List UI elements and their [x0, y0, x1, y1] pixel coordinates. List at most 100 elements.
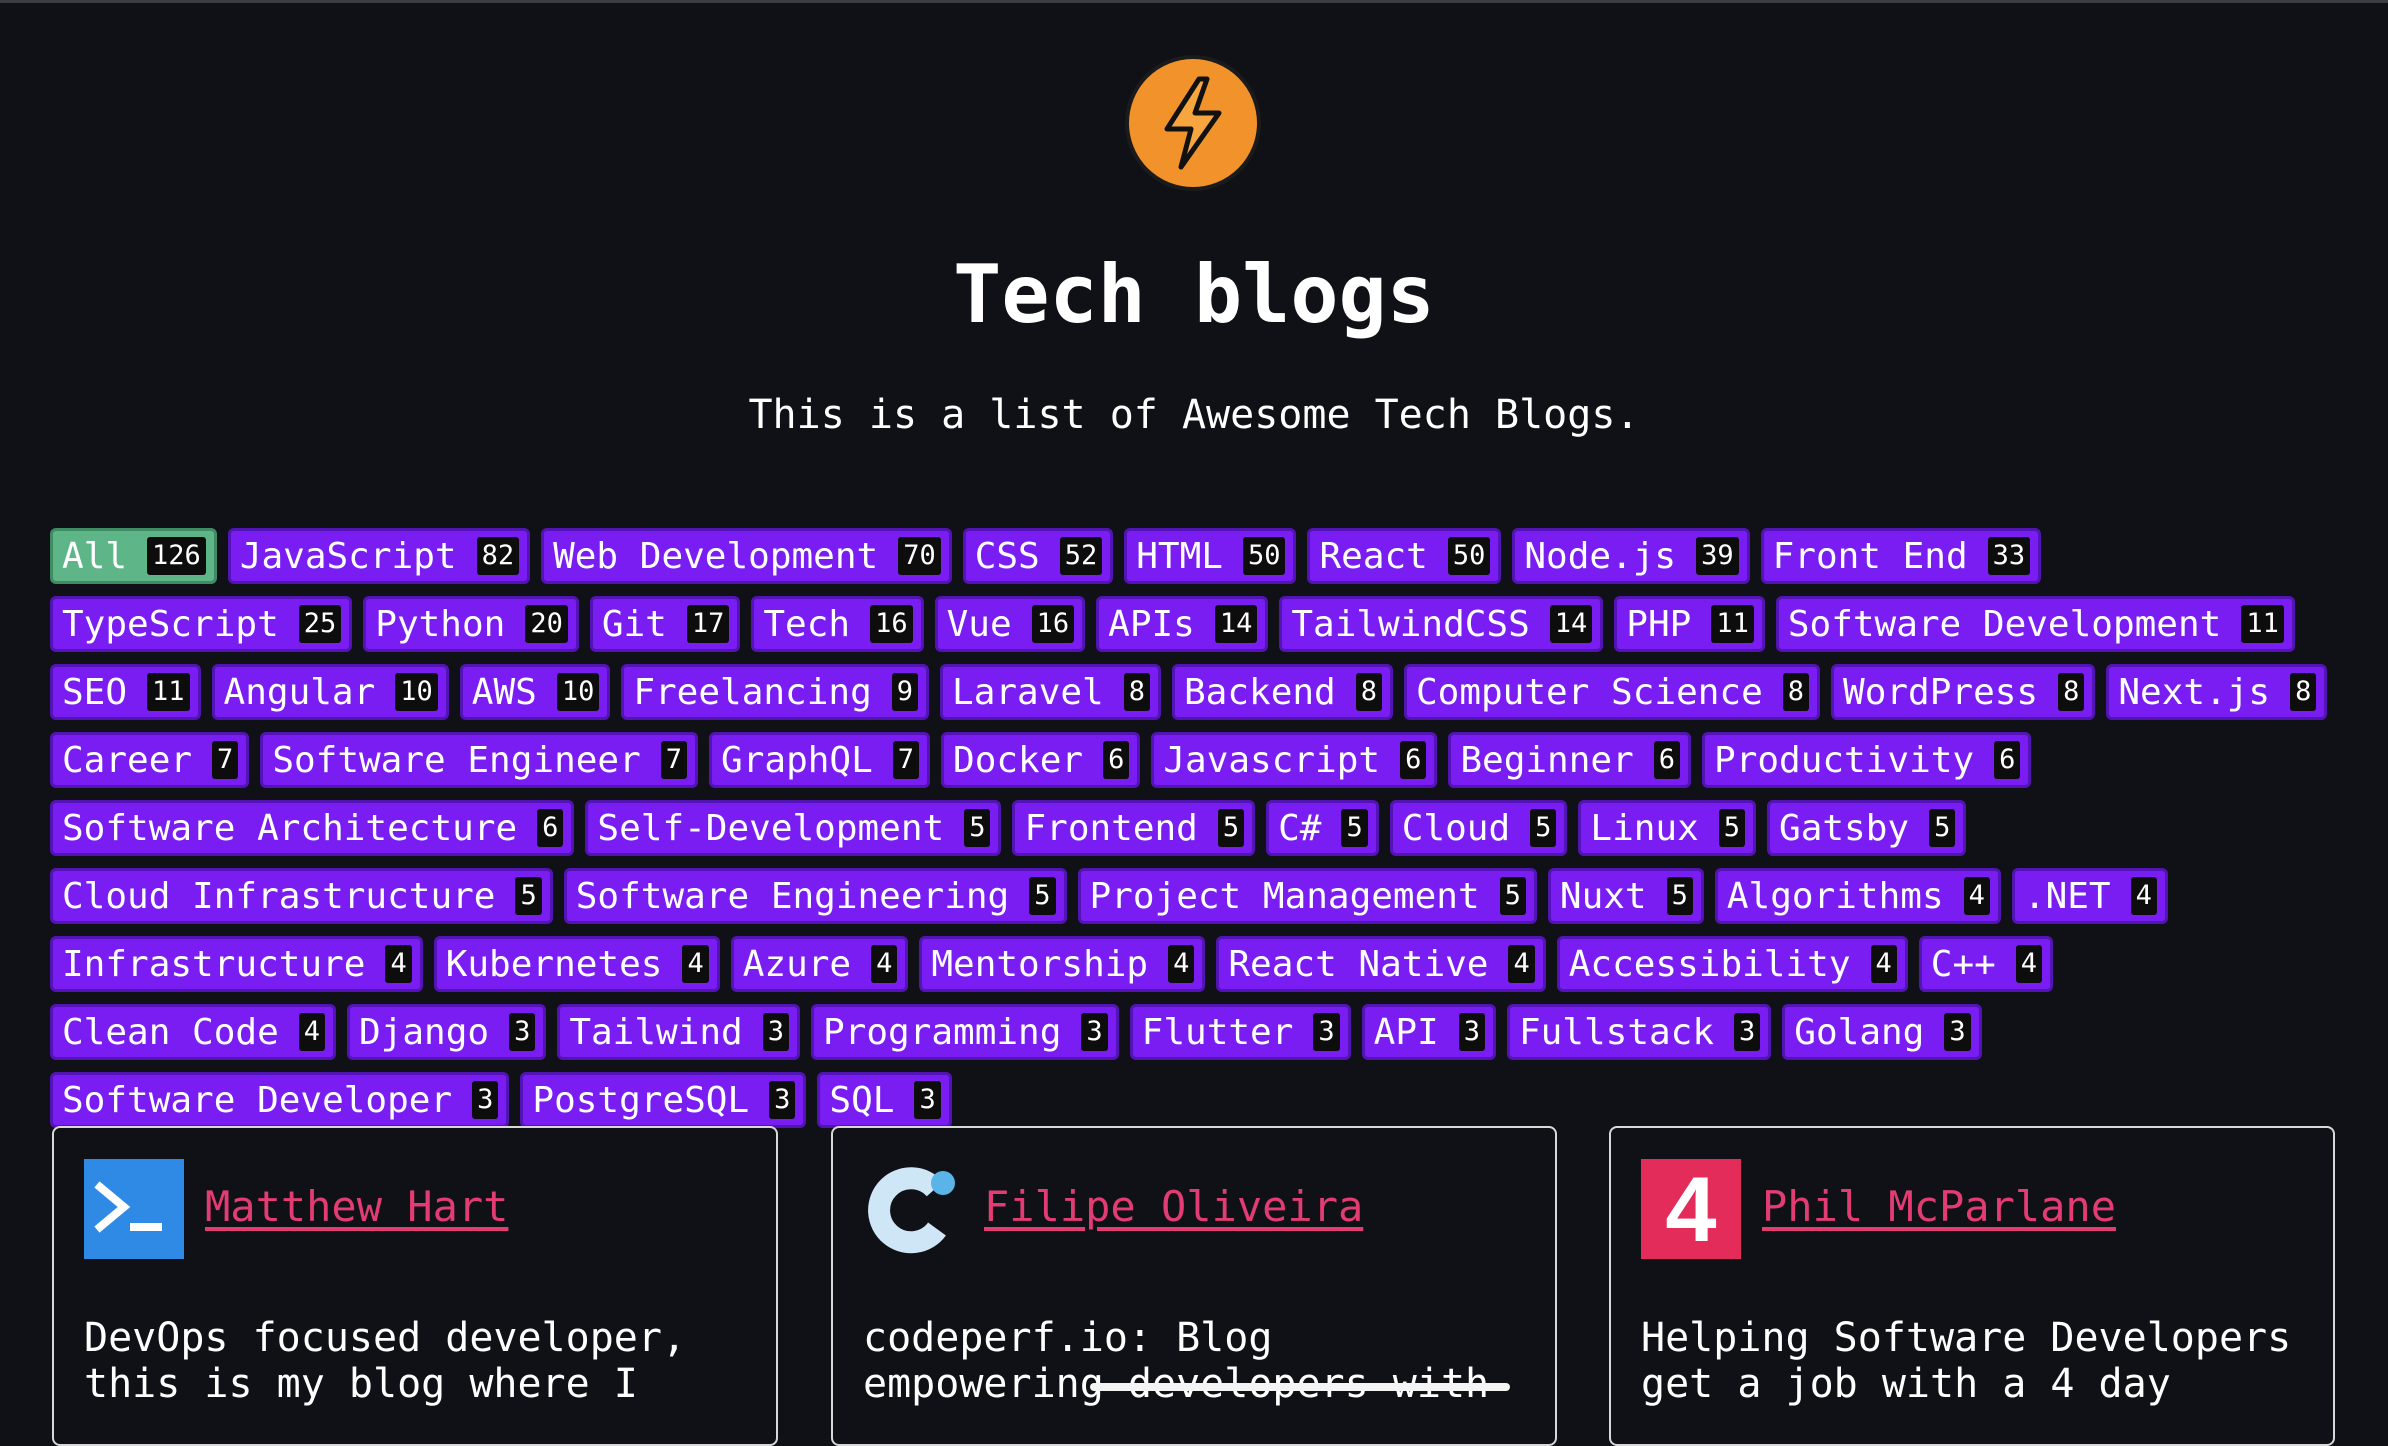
tag-filter-front-end[interactable]: Front End 33	[1760, 528, 2042, 584]
tag-filter-git[interactable]: Git 17	[589, 596, 741, 652]
tag-label: JavaScript	[239, 535, 457, 577]
tag-filter-javascript[interactable]: Javascript 6	[1151, 732, 1438, 788]
tag-label: CSS	[974, 535, 1040, 577]
tag-label: Software Engineering	[575, 875, 1010, 917]
tag-filter-vue[interactable]: Vue 16	[934, 596, 1086, 652]
tag-filter-html[interactable]: HTML 50	[1124, 528, 1297, 584]
tag-label: Programming	[822, 1011, 1062, 1053]
tag-filter-kubernetes[interactable]: Kubernetes 4	[433, 936, 720, 992]
tag-filter-flutter[interactable]: Flutter 3	[1129, 1004, 1351, 1060]
tag-filter-tech[interactable]: Tech 16	[751, 596, 924, 652]
tag-label: TypeScript	[62, 603, 279, 645]
page-subtitle: This is a list of Awesome Tech Blogs.	[748, 392, 1640, 438]
tag-count-badge: 25	[298, 605, 342, 643]
tag-filter-laravel[interactable]: Laravel 8	[940, 664, 1161, 720]
tag-filter-tailwindcss[interactable]: TailwindCSS 14	[1279, 596, 1604, 652]
tag-filter-django[interactable]: Django 3	[347, 1004, 547, 1060]
tag-filter-php[interactable]: PHP 11	[1614, 596, 1765, 652]
tag-label: Angular	[223, 671, 376, 713]
tag-filter-fullstack[interactable]: Fullstack 3	[1506, 1004, 1772, 1060]
tag-filter-javascript[interactable]: JavaScript 82	[227, 528, 531, 584]
tag-count-badge: 4	[298, 1013, 326, 1051]
tag-label: SEO	[62, 671, 128, 713]
tag-filter-career[interactable]: Career 7	[50, 732, 250, 788]
tag-filter-productivity[interactable]: Productivity 6	[1702, 732, 2032, 788]
tag-filter-postgresql[interactable]: PostgreSQL 3	[520, 1072, 807, 1128]
blog-description: DevOps focused developer, this is my blo…	[84, 1315, 754, 1407]
tag-filter-clean-code[interactable]: Clean Code 4	[50, 1004, 337, 1060]
tag-filter-software-engineering[interactable]: Software Engineering 5	[563, 868, 1067, 924]
tag-label: Beginner	[1460, 739, 1634, 781]
tag-filter-css[interactable]: CSS 52	[962, 528, 1114, 584]
author-link[interactable]: Filipe Oliveira	[984, 1182, 1363, 1231]
tag-filter-apis[interactable]: APIs 14	[1096, 596, 1269, 652]
tag-filter-aws[interactable]: AWS 10	[459, 664, 611, 720]
tag-label: Productivity	[1714, 739, 1975, 781]
tag-filter-web-development[interactable]: Web Development 70	[541, 528, 952, 584]
tag-filter-beginner[interactable]: Beginner 6	[1448, 732, 1692, 788]
tag-filter-tailwind[interactable]: Tailwind 3	[557, 1004, 800, 1060]
page-title: Tech blogs	[953, 248, 1435, 341]
tag-filter-react-native[interactable]: React Native 4	[1216, 936, 1546, 992]
tag-filter-sql[interactable]: SQL 3	[817, 1072, 952, 1128]
tag-filter-software-development[interactable]: Software Development 11	[1775, 596, 2295, 652]
tag-filter-gatsby[interactable]: Gatsby 5	[1767, 800, 1967, 856]
tag-filter-software-architecture[interactable]: Software Architecture 6	[50, 800, 575, 856]
tag-filter-c[interactable]: C++ 4	[1918, 936, 2054, 992]
tag-filter-net[interactable]: .NET 4	[2011, 868, 2168, 924]
tag-label: Tech	[763, 603, 851, 645]
tag-label: Node.js	[1524, 535, 1677, 577]
tag-filter-python[interactable]: Python 20	[363, 596, 579, 652]
tag-filter-freelancing[interactable]: Freelancing 9	[621, 664, 930, 720]
tag-filter-typescript[interactable]: TypeScript 25	[50, 596, 353, 652]
tag-label: Project Management	[1089, 875, 1480, 917]
tag-filter-cloud-infrastructure[interactable]: Cloud Infrastructure 5	[50, 868, 553, 924]
tag-filter-linux[interactable]: Linux 5	[1578, 800, 1757, 856]
tag-filter-seo[interactable]: SEO 11	[50, 664, 201, 720]
tag-filter-list: All 126 JavaScript 82 Web Development 70 CSS 52…	[50, 528, 2350, 1128]
description-line: get a job with a 4 day	[1641, 1361, 2171, 1407]
scroll-indicator[interactable]	[1090, 1383, 1510, 1391]
tag-filter-mentorship[interactable]: Mentorship 4	[919, 936, 1206, 992]
tag-filter-golang[interactable]: Golang 3	[1782, 1004, 1982, 1060]
tag-label: SQL	[829, 1079, 895, 1121]
tag-count-badge: 4	[2015, 945, 2043, 983]
tag-count-badge: 4	[1963, 877, 1990, 915]
tag-filter-backend[interactable]: Backend 8	[1172, 664, 1393, 720]
tag-filter-algorithms[interactable]: Algorithms 4	[1714, 868, 2001, 924]
tag-filter-infrastructure[interactable]: Infrastructure 4	[50, 936, 423, 992]
tag-filter-accessibility[interactable]: Accessibility 4	[1556, 936, 1908, 992]
tag-filter-cloud[interactable]: Cloud 5	[1389, 800, 1568, 856]
tag-filter-next-js[interactable]: Next.js 8	[2106, 664, 2328, 720]
tag-filter-react[interactable]: React 50	[1307, 528, 1502, 584]
tag-count-badge: 8	[2058, 673, 2085, 711]
tag-filter-c[interactable]: C# 5	[1266, 800, 1379, 856]
tag-filter-project-management[interactable]: Project Management 5	[1077, 868, 1537, 924]
tag-filter-software-developer[interactable]: Software Developer 3	[50, 1072, 510, 1128]
lightning-bolt-icon[interactable]	[1125, 55, 1261, 191]
tag-filter-angular[interactable]: Angular 10	[211, 664, 449, 720]
tag-filter-all[interactable]: All 126	[50, 528, 217, 584]
blog-card: Filipe Oliveira codeperf.io: Blog empowe…	[831, 1126, 1557, 1446]
author-link[interactable]: Phil McParlane	[1762, 1182, 2116, 1231]
tag-filter-programming[interactable]: Programming 3	[810, 1004, 1119, 1060]
tag-filter-frontend[interactable]: Frontend 5	[1012, 800, 1256, 856]
tag-filter-nuxt[interactable]: Nuxt 5	[1547, 868, 1704, 924]
tag-count-badge: 6	[537, 809, 564, 847]
four-day-week-logo-icon: 4	[1641, 1159, 1741, 1259]
tag-count-badge: 11	[1711, 605, 1754, 643]
tag-count-badge: 5	[1666, 877, 1693, 915]
tag-count-badge: 6	[1400, 741, 1427, 779]
tag-filter-docker[interactable]: Docker 6	[941, 732, 1141, 788]
tag-filter-self-development[interactable]: Self-Development 5	[585, 800, 1002, 856]
tag-filter-wordpress[interactable]: WordPress 8	[1831, 664, 2096, 720]
tag-label: Laravel	[952, 671, 1104, 713]
tag-filter-azure[interactable]: Azure 4	[730, 936, 909, 992]
tag-filter-graphql[interactable]: GraphQL 7	[709, 732, 931, 788]
author-link[interactable]: Matthew Hart	[205, 1182, 508, 1231]
tag-filter-software-engineer[interactable]: Software Engineer 7	[260, 732, 699, 788]
tag-count-badge: 4	[385, 945, 412, 983]
tag-filter-api[interactable]: API 3	[1361, 1004, 1496, 1060]
tag-filter-computer-science[interactable]: Computer Science 8	[1403, 664, 1821, 720]
tag-filter-node-js[interactable]: Node.js 39	[1512, 528, 1750, 584]
